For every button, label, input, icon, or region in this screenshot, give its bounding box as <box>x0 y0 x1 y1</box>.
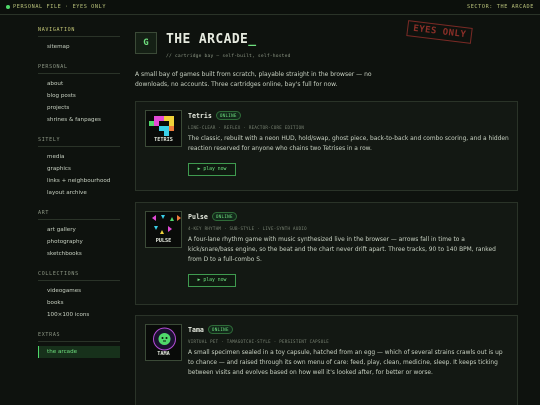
sector-label: SECTOR: THE ARCADE <box>466 4 534 10</box>
tetris-blocks-icon <box>149 116 174 136</box>
sidebar-item-media[interactable]: media <box>38 151 120 163</box>
status-badge: ONLINE <box>211 212 237 221</box>
game-title: Tama <box>188 325 204 334</box>
page-subtitle: // cartridge bay — self-built, self-host… <box>166 54 291 59</box>
status-dot-icon <box>6 5 10 9</box>
sidebar-item-graphics[interactable]: graphics <box>38 163 120 175</box>
tama-pet-icon <box>153 327 176 351</box>
file-label-text: PERSONAL FILE · EYES ONLY <box>13 4 107 10</box>
top-status-bar: PERSONAL FILE · EYES ONLY SECTOR: THE AR… <box>0 0 540 15</box>
sidebar-item-the-arcade[interactable]: the arcade <box>38 346 120 358</box>
game-description: The classic, rebuilt with a neon HUD, ho… <box>188 136 509 152</box>
intro-text: A small bay of games built from scratch,… <box>135 71 372 88</box>
sidebar-item-books[interactable]: books <box>38 297 120 309</box>
sidebar-item-icons[interactable]: 100×100 icons <box>38 309 120 321</box>
game-description: A small specimen sealed in a toy capsule… <box>188 350 503 376</box>
game-tags: LINE-CLEAR · REFLEX · REACTOR-CORE EDITI… <box>188 125 305 130</box>
sidebar-item-sitemap[interactable]: sitemap <box>38 41 120 53</box>
game-card-pulse: PULSE Pulse ONLINE 4-KEY RHYTHM · SUB-ST… <box>135 202 518 305</box>
sidebar: NAVIGATION sitemap PERSONAL about blog p… <box>38 20 120 358</box>
arcade-logo-icon: G <box>135 32 157 54</box>
sidebar-item-blog-posts[interactable]: blog posts <box>38 90 120 102</box>
game-title: Pulse <box>188 212 208 221</box>
tetris-thumbnail[interactable]: TETRIS <box>145 110 182 147</box>
sidebar-item-sketchbooks[interactable]: sketchbooks <box>38 248 120 260</box>
sidebar-heading-navigation: NAVIGATION <box>38 27 120 37</box>
main-content: G THE ARCADE_ // cartridge bay — self-bu… <box>135 20 518 405</box>
game-tags: VIRTUAL PET · TAMAGOTCHI-STYLE · PERSIST… <box>188 339 329 344</box>
sidebar-heading-collections: COLLECTIONS <box>38 271 120 281</box>
cursor-glyph: _ <box>248 32 257 47</box>
sidebar-heading-art: ART <box>38 210 120 220</box>
sidebar-heading-sitely: SITELY <box>38 137 120 147</box>
play-now-button[interactable]: ▶ play now <box>188 163 236 176</box>
sidebar-item-photography[interactable]: photography <box>38 236 120 248</box>
sidebar-item-projects[interactable]: projects <box>38 102 120 114</box>
sidebar-heading-personal: PERSONAL <box>38 64 120 74</box>
play-now-button[interactable]: ▶ play now <box>188 274 236 287</box>
game-title: Tetris <box>188 111 212 120</box>
tama-thumb-label: TAMA <box>157 351 170 357</box>
pulse-thumbnail[interactable]: PULSE <box>145 211 182 248</box>
sidebar-item-layout-archive[interactable]: layout archive <box>38 187 120 199</box>
sidebar-item-videogames[interactable]: videogames <box>38 285 120 297</box>
game-tags: 4-KEY RHYTHM · SUB-STYLE · LIVE-SYNTH AU… <box>188 226 307 231</box>
sidebar-item-shrines[interactable]: shrines & fanpages <box>38 114 120 126</box>
sidebar-item-about[interactable]: about <box>38 78 120 90</box>
tama-thumbnail[interactable]: TAMA <box>145 324 182 361</box>
game-card-tama: TAMA Tama ONLINE VIRTUAL PET · TAMAGOTCH… <box>135 315 518 405</box>
status-badge: ONLINE <box>215 111 241 120</box>
status-badge: ONLINE <box>207 325 233 334</box>
page-title: THE ARCADE_ <box>166 32 291 47</box>
game-card-tetris: TETRIS Tetris ONLINE LINE-CLEAR · REFLEX… <box>135 101 518 191</box>
file-label: PERSONAL FILE · EYES ONLY <box>6 4 106 10</box>
game-description: A four-lane rhythm game with music synth… <box>188 237 496 263</box>
sidebar-item-art-gallery[interactable]: art gallery <box>38 224 120 236</box>
page-title-text: THE ARCADE <box>166 32 249 47</box>
tetris-thumb-label: TETRIS <box>154 137 173 143</box>
sidebar-item-links[interactable]: links + neighbourhood <box>38 175 120 187</box>
sidebar-heading-extras: EXTRAS <box>38 332 120 342</box>
pulse-thumb-label: PULSE <box>155 238 172 244</box>
pulse-arrows-icon <box>152 215 181 234</box>
